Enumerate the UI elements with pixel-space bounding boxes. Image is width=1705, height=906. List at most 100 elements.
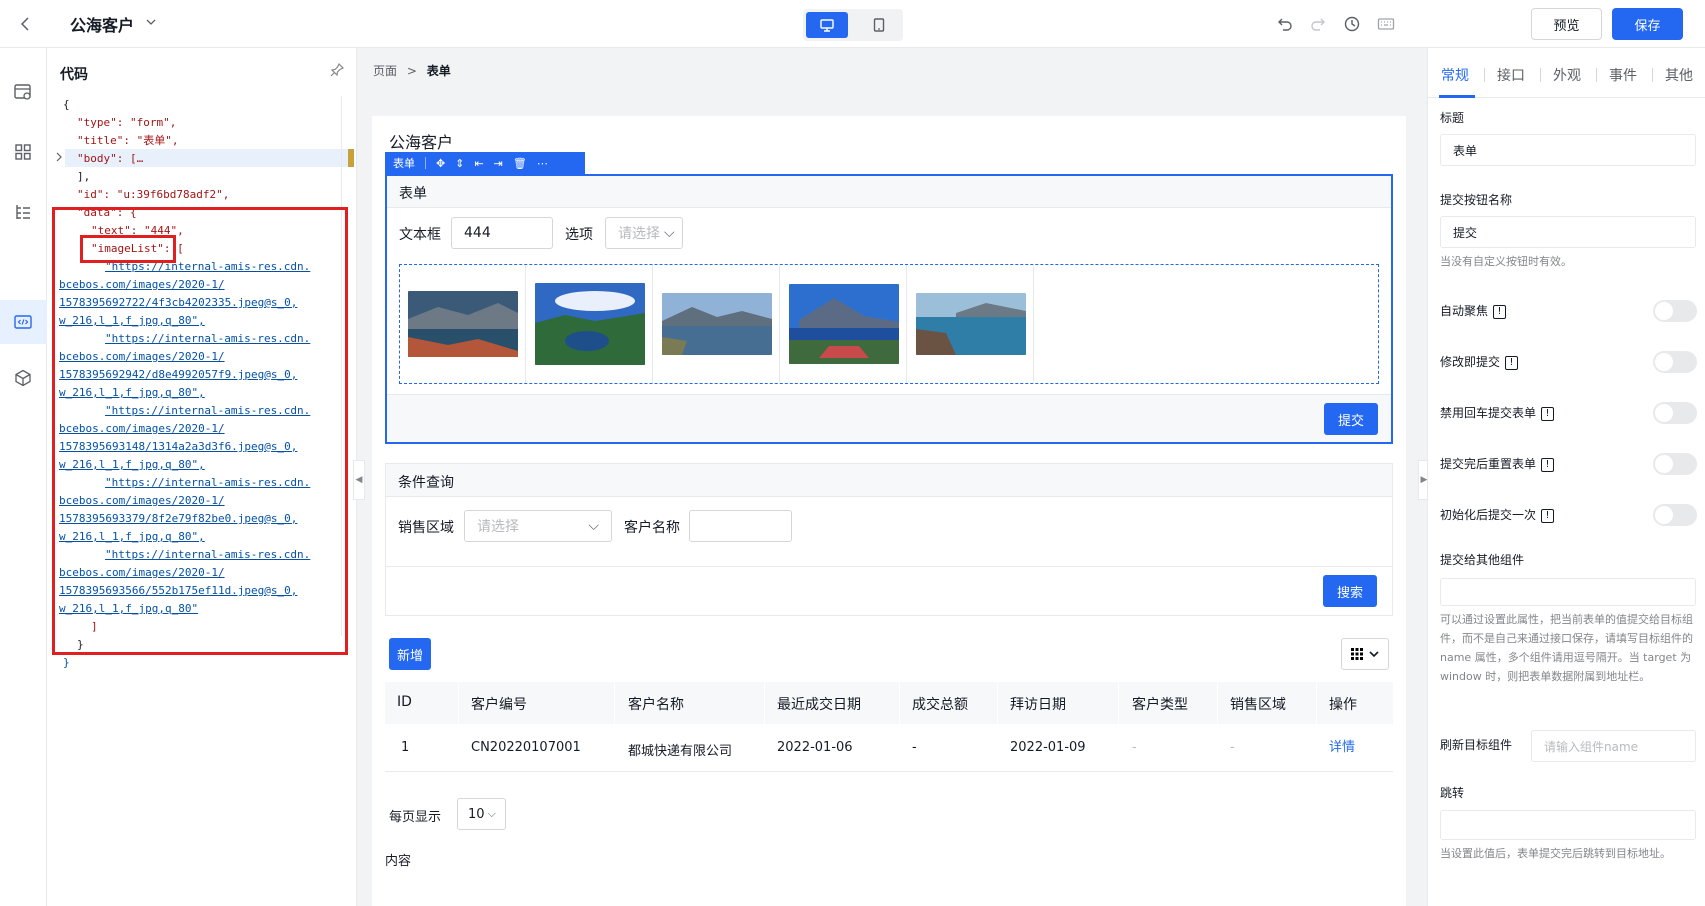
- delete-icon[interactable]: 🗑: [513, 157, 527, 170]
- reset-after-submit-toggle[interactable]: [1653, 453, 1697, 475]
- detail-link[interactable]: 详情: [1329, 736, 1355, 755]
- gallery-thumbnail[interactable]: [654, 265, 780, 383]
- redo-icon[interactable]: [1309, 15, 1327, 33]
- keyboard-icon[interactable]: [1377, 15, 1395, 33]
- region-select[interactable]: 请选择 ⌵: [464, 510, 612, 542]
- pin-icon[interactable]: [329, 62, 345, 78]
- code-line: }: [63, 656, 70, 669]
- reset-after-submit-label: 提交完后重置表单: [1440, 457, 1537, 471]
- info-icon[interactable]: !: [1541, 508, 1555, 523]
- filter-footer: 搜索: [386, 566, 1392, 616]
- chevron-down-icon: [1369, 651, 1379, 658]
- reload-input[interactable]: 请输入组件name: [1531, 730, 1696, 762]
- table-cell: 都城快递有限公司: [628, 744, 733, 759]
- column-toggle-button[interactable]: [1341, 638, 1389, 670]
- gallery-thumbnail[interactable]: [400, 265, 526, 383]
- info-icon[interactable]: !: [1541, 457, 1555, 472]
- reset-after-submit-row: 提交完后重置表单!: [1440, 455, 1555, 472]
- move-icon[interactable]: ✥: [436, 157, 445, 170]
- form-component[interactable]: 表单 文本框 444 选项 请选择 ⌵ 提交: [385, 174, 1393, 444]
- mountain-lake-image: [661, 293, 772, 355]
- title-input[interactable]: 表单: [1440, 134, 1696, 166]
- text-field[interactable]: 444: [451, 217, 553, 249]
- tab-api[interactable]: 接口: [1497, 65, 1525, 85]
- components-icon[interactable]: [13, 142, 33, 162]
- mobile-view-button[interactable]: [858, 12, 900, 38]
- tab-appearance[interactable]: 外观: [1553, 65, 1581, 85]
- image-gallery: [399, 264, 1379, 384]
- text-field-label: 文本框: [399, 227, 441, 243]
- column-header[interactable]: 销售区域: [1230, 694, 1286, 714]
- tab-other[interactable]: 其他: [1665, 65, 1693, 85]
- column-divider: [764, 682, 765, 724]
- gallery-thumbnail[interactable]: [527, 265, 653, 383]
- code-icon[interactable]: [13, 312, 33, 332]
- annotation-box: [80, 235, 176, 263]
- column-header[interactable]: ID: [397, 694, 412, 710]
- submit-button[interactable]: 提交: [1324, 403, 1378, 435]
- region-label: 销售区域: [398, 520, 454, 536]
- page-settings-icon[interactable]: [13, 82, 33, 102]
- tab-events[interactable]: 事件: [1609, 65, 1637, 85]
- gallery-thumbnail[interactable]: [781, 265, 907, 383]
- outline-icon[interactable]: [13, 202, 33, 222]
- chevron-down-icon[interactable]: [144, 15, 158, 29]
- submit-text-input[interactable]: 提交: [1440, 216, 1696, 248]
- column-header[interactable]: 客户编号: [471, 694, 527, 714]
- autofocus-toggle[interactable]: [1653, 300, 1697, 322]
- tab-general[interactable]: 常规: [1441, 65, 1469, 85]
- breadcrumb-root[interactable]: 页面: [373, 64, 397, 78]
- add-button[interactable]: 新增: [389, 638, 431, 670]
- column-header[interactable]: 操作: [1329, 694, 1357, 714]
- desktop-view-button[interactable]: [806, 12, 848, 38]
- column-divider: [1118, 682, 1119, 724]
- column-header[interactable]: 成交总额: [912, 694, 968, 714]
- move-left-icon[interactable]: ⇤: [474, 157, 483, 170]
- collapse-left-icon[interactable]: ◀: [353, 460, 365, 500]
- package-icon[interactable]: [13, 368, 33, 388]
- column-header[interactable]: 客户名称: [628, 694, 684, 714]
- column-header[interactable]: 拜访日期: [1010, 694, 1066, 714]
- code-line: "type": "form",: [77, 116, 177, 129]
- column-header[interactable]: 客户类型: [1132, 694, 1188, 714]
- drag-icon[interactable]: ⇕: [455, 157, 464, 170]
- filter-title: 条件查询: [398, 475, 454, 491]
- submit-on-change-toggle[interactable]: [1653, 351, 1697, 373]
- property-panel: 常规 接口 外观 事件 其他 标题 表单 提交按钮名称 提交 当没有自定义按钮时…: [1427, 48, 1705, 906]
- redirect-input[interactable]: [1440, 810, 1696, 840]
- rocky-shore-image: [915, 293, 1026, 355]
- back-arrow-icon[interactable]: [16, 14, 36, 34]
- preview-button[interactable]: 预览: [1531, 8, 1602, 40]
- content-placeholder: 内容: [385, 854, 412, 869]
- info-icon[interactable]: !: [1505, 355, 1519, 370]
- target-input[interactable]: [1440, 578, 1696, 606]
- table-cell: CN20220107001: [471, 740, 581, 755]
- history-icon[interactable]: [1343, 15, 1361, 33]
- info-icon[interactable]: !: [1493, 304, 1507, 319]
- search-button[interactable]: 搜索: [1323, 575, 1377, 607]
- customer-name-label: 客户名称: [624, 520, 680, 536]
- customer-name-input[interactable]: [689, 510, 792, 542]
- per-page-label: 每页显示: [389, 810, 442, 825]
- autofocus-label: 自动聚焦: [1440, 304, 1489, 318]
- gallery-thumbnail[interactable]: [908, 265, 1034, 383]
- chevron-down-icon: ⌵: [588, 518, 599, 534]
- code-line: "id": "u:39f6bd78adf2",: [77, 188, 230, 201]
- prevent-enter-label: 禁用回车提交表单: [1440, 406, 1537, 420]
- tablet-icon: [873, 18, 885, 32]
- option-select[interactable]: 请选择 ⌵: [605, 217, 683, 249]
- undo-icon[interactable]: [1276, 15, 1294, 33]
- submit-on-init-toggle[interactable]: [1653, 504, 1697, 526]
- per-page-select[interactable]: 10 ⌵: [457, 798, 506, 830]
- save-button[interactable]: 保存: [1612, 8, 1683, 40]
- move-right-icon[interactable]: ⇥: [494, 157, 503, 170]
- column-header[interactable]: 最近成交日期: [777, 694, 861, 714]
- chevron-right-icon[interactable]: [55, 152, 63, 162]
- prevent-enter-row: 禁用回车提交表单!: [1440, 404, 1555, 421]
- more-icon[interactable]: ⋯: [537, 157, 548, 170]
- info-icon[interactable]: !: [1541, 406, 1555, 421]
- code-panel-title: 代码: [60, 67, 88, 83]
- top-bar: 公海客户 预览 保存: [0, 0, 1705, 48]
- app-title[interactable]: 公海客户: [70, 12, 134, 36]
- prevent-enter-toggle[interactable]: [1653, 402, 1697, 424]
